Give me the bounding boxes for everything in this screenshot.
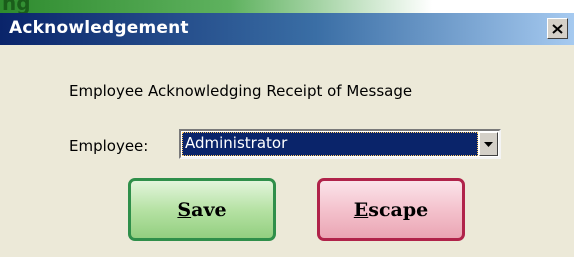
dialog-heading: Employee Acknowledging Receipt of Messag… — [69, 82, 413, 100]
chevron-down-icon — [484, 141, 493, 147]
background-window-strip: ng — [0, 0, 576, 14]
employee-dropdown-button[interactable] — [479, 132, 498, 156]
save-label-rest: ave — [191, 198, 227, 221]
save-button-label: Save — [177, 199, 226, 221]
close-icon — [552, 23, 563, 34]
employee-label: Employee: — [69, 137, 149, 155]
escape-mnemonic: E — [353, 198, 369, 221]
title-bar[interactable]: Acknowledgement — [0, 13, 574, 45]
escape-label-rest: scape — [368, 198, 429, 221]
background-window-text: ng — [2, 0, 31, 14]
window-title: Acknowledgement — [9, 18, 189, 38]
employee-selected-value[interactable]: Administrator — [182, 132, 478, 156]
escape-button-label: Escape — [354, 199, 428, 221]
escape-button[interactable]: Escape — [317, 178, 465, 241]
dialog-body: Employee Acknowledging Receipt of Messag… — [0, 45, 574, 257]
acknowledgement-dialog: Acknowledgement Employee Acknowledging R… — [0, 13, 576, 257]
close-button[interactable] — [547, 18, 568, 39]
employee-select[interactable]: Administrator — [179, 129, 501, 159]
save-button[interactable]: Save — [128, 178, 276, 241]
save-mnemonic: S — [177, 198, 192, 221]
